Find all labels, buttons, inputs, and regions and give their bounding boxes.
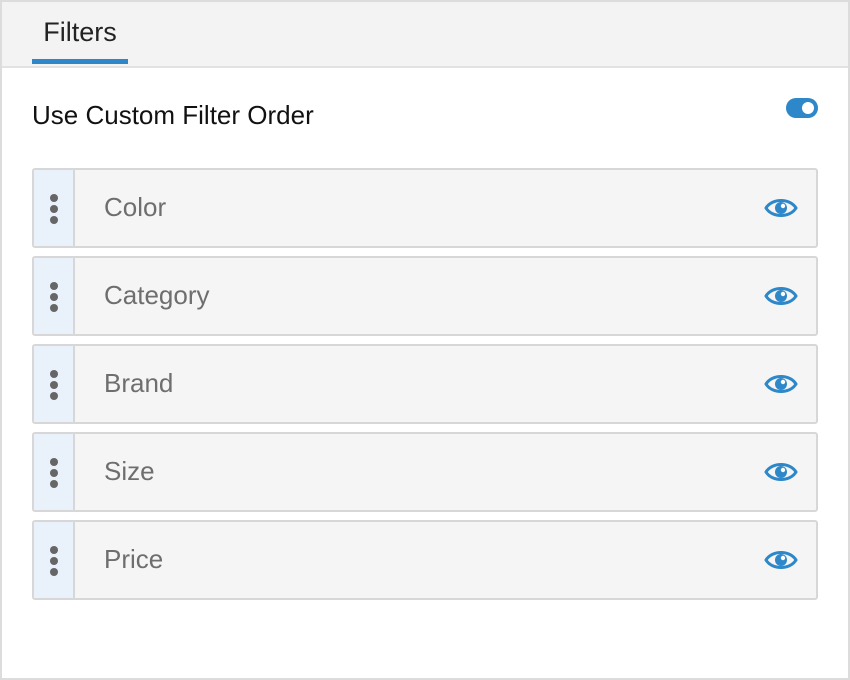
custom-order-row: Use Custom Filter Order: [32, 94, 818, 138]
drag-handle-icon[interactable]: [34, 522, 75, 598]
filters-panel: Filters Use Custom Filter Order Color Ca…: [0, 0, 850, 680]
filter-label: Size: [104, 456, 155, 486]
drag-dot: [50, 458, 58, 466]
drag-dot: [50, 557, 58, 565]
drag-dot: [50, 194, 58, 202]
active-tab-indicator: [32, 59, 128, 64]
filter-label: Brand: [104, 368, 174, 398]
custom-order-toggle[interactable]: [786, 98, 818, 118]
filter-label: Category: [104, 280, 210, 310]
drag-handle-icon[interactable]: [34, 346, 75, 422]
drag-dot: [50, 304, 58, 312]
custom-order-label: Use Custom Filter Order: [32, 100, 314, 130]
drag-dot: [50, 205, 58, 213]
drag-dot: [50, 469, 58, 477]
drag-handle-icon[interactable]: [34, 170, 75, 246]
eye-icon[interactable]: [764, 370, 798, 398]
tab-bar: Filters: [2, 2, 848, 68]
eye-icon[interactable]: [764, 458, 798, 486]
drag-dot: [50, 216, 58, 224]
filter-list: Color Category Brand Size Price: [32, 168, 818, 608]
eye-icon[interactable]: [764, 546, 798, 574]
filter-item-brand[interactable]: Brand: [32, 344, 818, 424]
drag-dot: [50, 370, 58, 378]
drag-dot: [50, 381, 58, 389]
filter-label: Price: [104, 544, 164, 574]
eye-icon[interactable]: [764, 282, 798, 310]
drag-dot: [50, 282, 58, 290]
toggle-knob: [802, 102, 814, 114]
filter-item-category[interactable]: Category: [32, 256, 818, 336]
filter-item-size[interactable]: Size: [32, 432, 818, 512]
drag-handle-icon[interactable]: [34, 258, 75, 334]
drag-handle-icon[interactable]: [34, 434, 75, 510]
filter-item-price[interactable]: Price: [32, 520, 818, 600]
drag-dot: [50, 293, 58, 301]
drag-dot: [50, 480, 58, 488]
filter-item-color[interactable]: Color: [32, 168, 818, 248]
drag-dot: [50, 568, 58, 576]
drag-dot: [50, 392, 58, 400]
filter-label: Color: [104, 192, 167, 222]
tab-filters[interactable]: Filters: [32, 2, 128, 66]
eye-icon[interactable]: [764, 194, 798, 222]
drag-dot: [50, 546, 58, 554]
